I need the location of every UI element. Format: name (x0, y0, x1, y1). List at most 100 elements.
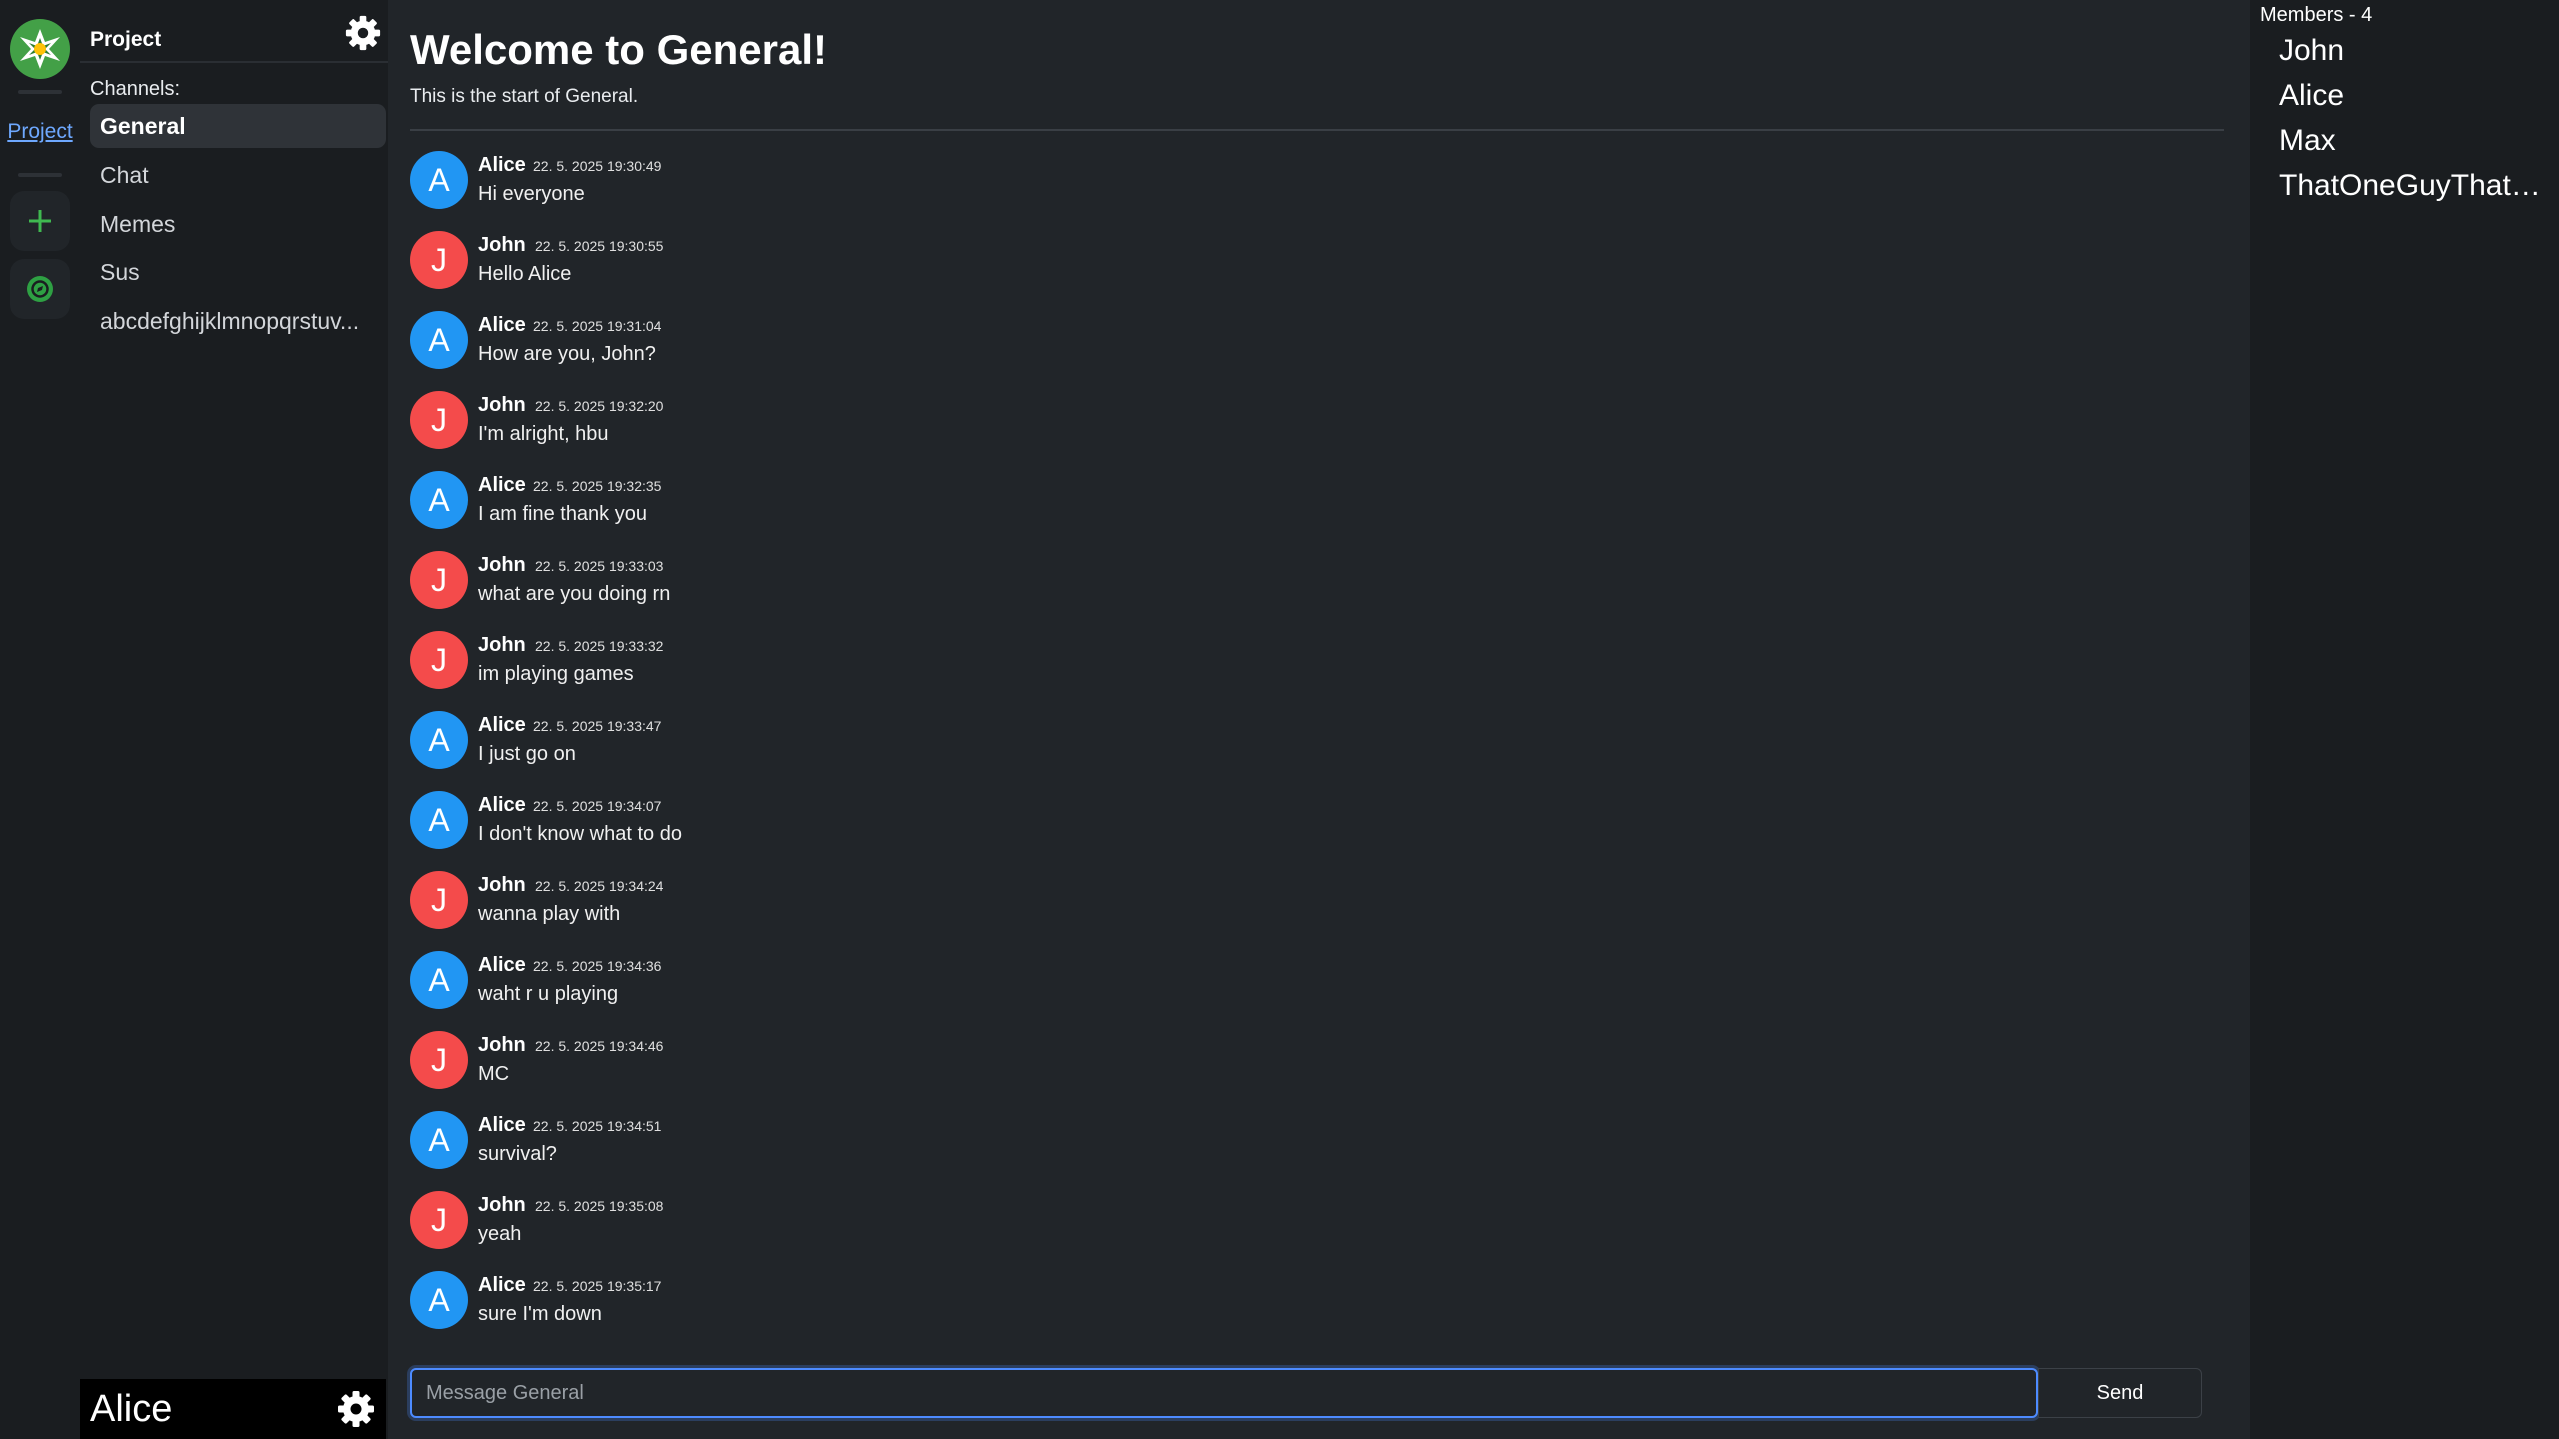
explore-button[interactable] (10, 259, 70, 319)
message-author[interactable]: John (478, 634, 526, 657)
message-author[interactable]: Alice (478, 954, 526, 977)
gear-icon (345, 15, 381, 51)
message-text: I just go on (478, 743, 576, 765)
server-logo-icon[interactable] (10, 19, 70, 79)
avatar[interactable]: J (410, 871, 468, 929)
message-item: A Alice 22. 5. 2025 19:34:36 waht r u playi… (410, 948, 2210, 1028)
message-text: I don't know what to do (478, 823, 682, 845)
message-timestamp: 22. 5. 2025 19:33:03 (535, 558, 664, 574)
message-item: A Alice 22. 5. 2025 19:35:17 sure I'm down (410, 1268, 2210, 1348)
message-author[interactable]: John (478, 1194, 526, 1217)
current-user-name: Alice (90, 1388, 173, 1430)
project-title: Project (90, 28, 162, 51)
member-item[interactable]: ThatOneGuyThatH... (2279, 169, 2555, 203)
avatar[interactable]: A (410, 1271, 468, 1329)
message-item: J John 22. 5. 2025 19:32:20 I'm alright, hb… (410, 388, 2210, 468)
welcome-title: Welcome to General! (410, 26, 828, 73)
message-item: A Alice 22. 5. 2025 19:34:51 survival? (410, 1108, 2210, 1188)
avatar[interactable]: A (410, 951, 468, 1009)
message-timestamp: 22. 5. 2025 19:33:47 (533, 718, 662, 734)
message-item: A Alice 22. 5. 2025 19:34:07 I don't know w… (410, 788, 2210, 868)
add-server-button[interactable] (10, 191, 70, 251)
rail-divider (18, 173, 62, 177)
message-item: J John 22. 5. 2025 19:30:55 Hello Alice (410, 228, 2210, 308)
message-author[interactable]: John (478, 394, 526, 417)
message-author[interactable]: John (478, 874, 526, 897)
message-author[interactable]: Alice (478, 714, 526, 737)
message-author[interactable]: Alice (478, 794, 526, 817)
welcome-subtitle: This is the start of General. (410, 86, 639, 107)
message-list: A Alice 22. 5. 2025 19:30:49 Hi everyone J Jo… (410, 148, 2210, 1348)
message-text: sure I'm down (478, 1303, 602, 1325)
message-timestamp: 22. 5. 2025 19:35:17 (533, 1278, 662, 1294)
member-item[interactable]: Alice (2279, 79, 2555, 113)
avatar[interactable]: J (410, 1191, 468, 1249)
sidebar-divider (80, 61, 388, 63)
message-text: im playing games (478, 663, 634, 685)
message-text: MC (478, 1063, 510, 1085)
member-item[interactable]: Max (2279, 124, 2555, 158)
compass-icon (27, 276, 53, 302)
message-author[interactable]: Alice (478, 474, 526, 497)
message-author[interactable]: Alice (478, 154, 526, 177)
message-timestamp: 22. 5. 2025 19:30:55 (535, 238, 664, 254)
message-item: A Alice 22. 5. 2025 19:33:47 I just go on (410, 708, 2210, 788)
channels-label: Channels: (90, 78, 181, 100)
welcome-divider (410, 129, 2224, 131)
member-item[interactable]: John (2279, 34, 2555, 68)
channel-abcdefghijklmnopqrstuv[interactable]: abcdefghijklmnopqrstuv... (90, 299, 386, 343)
message-item: J John 22. 5. 2025 19:35:08 yeah (410, 1188, 2210, 1268)
message-text: waht r u playing (478, 983, 619, 1005)
user-settings-button[interactable] (336, 1389, 376, 1429)
message-item: J John 22. 5. 2025 19:34:24 wanna play with (410, 868, 2210, 948)
message-text: survival? (478, 1143, 557, 1165)
message-timestamp: 22. 5. 2025 19:34:51 (533, 1118, 662, 1134)
avatar[interactable]: A (410, 791, 468, 849)
app-window: Project Project Channels: General Chat M… (0, 0, 2559, 1439)
message-author[interactable]: Alice (478, 1114, 526, 1137)
server-rail: Project (0, 0, 80, 1439)
message-text: Hello Alice (478, 263, 572, 285)
channel-sidebar: Project Channels: General Chat Memes Sus… (80, 0, 388, 1439)
user-panel: Alice (80, 1379, 386, 1439)
avatar[interactable]: A (410, 711, 468, 769)
chat-main: Welcome to General! This is the start of… (388, 0, 2248, 1439)
message-item: A Alice 22. 5. 2025 19:30:49 Hi everyone (410, 148, 2210, 228)
channel-sus[interactable]: Sus (90, 250, 386, 294)
avatar[interactable]: A (410, 1111, 468, 1169)
message-text: yeah (478, 1223, 522, 1245)
avatar[interactable]: J (410, 551, 468, 609)
members-panel: Members - 4 John Alice Max ThatOneGuyTha… (2250, 0, 2559, 1439)
avatar[interactable]: J (410, 631, 468, 689)
message-author[interactable]: John (478, 554, 526, 577)
avatar[interactable]: A (410, 151, 468, 209)
project-settings-button[interactable] (344, 14, 382, 52)
channel-memes[interactable]: Memes (90, 202, 386, 246)
avatar[interactable]: A (410, 471, 468, 529)
channel-chat[interactable]: Chat (90, 153, 386, 197)
members-header: Members - 4 (2260, 4, 2373, 26)
message-author[interactable]: Alice (478, 1274, 526, 1297)
avatar[interactable]: J (410, 231, 468, 289)
message-text: I'm alright, hbu (478, 423, 609, 445)
rail-divider (18, 90, 62, 94)
message-timestamp: 22. 5. 2025 19:34:24 (535, 878, 664, 894)
message-timestamp: 22. 5. 2025 19:33:32 (535, 638, 664, 654)
project-link[interactable]: Project (0, 120, 80, 144)
avatar[interactable]: J (410, 391, 468, 449)
message-timestamp: 22. 5. 2025 19:31:04 (533, 318, 662, 334)
message-composer: Send (410, 1368, 2202, 1418)
message-timestamp: 22. 5. 2025 19:34:07 (533, 798, 662, 814)
message-author[interactable]: John (478, 1034, 526, 1057)
message-author[interactable]: John (478, 234, 526, 257)
message-text: Hi everyone (478, 183, 585, 205)
avatar[interactable]: A (410, 311, 468, 369)
message-item: A Alice 22. 5. 2025 19:32:35 I am fine than… (410, 468, 2210, 548)
channel-general[interactable]: General (90, 104, 386, 148)
message-item: J John 22. 5. 2025 19:33:03 what are you do… (410, 548, 2210, 628)
message-author[interactable]: Alice (478, 314, 526, 337)
message-input[interactable] (410, 1368, 2038, 1418)
avatar[interactable]: J (410, 1031, 468, 1089)
send-button[interactable]: Send (2038, 1368, 2202, 1418)
message-item: J John 22. 5. 2025 19:33:32 im playing game… (410, 628, 2210, 708)
